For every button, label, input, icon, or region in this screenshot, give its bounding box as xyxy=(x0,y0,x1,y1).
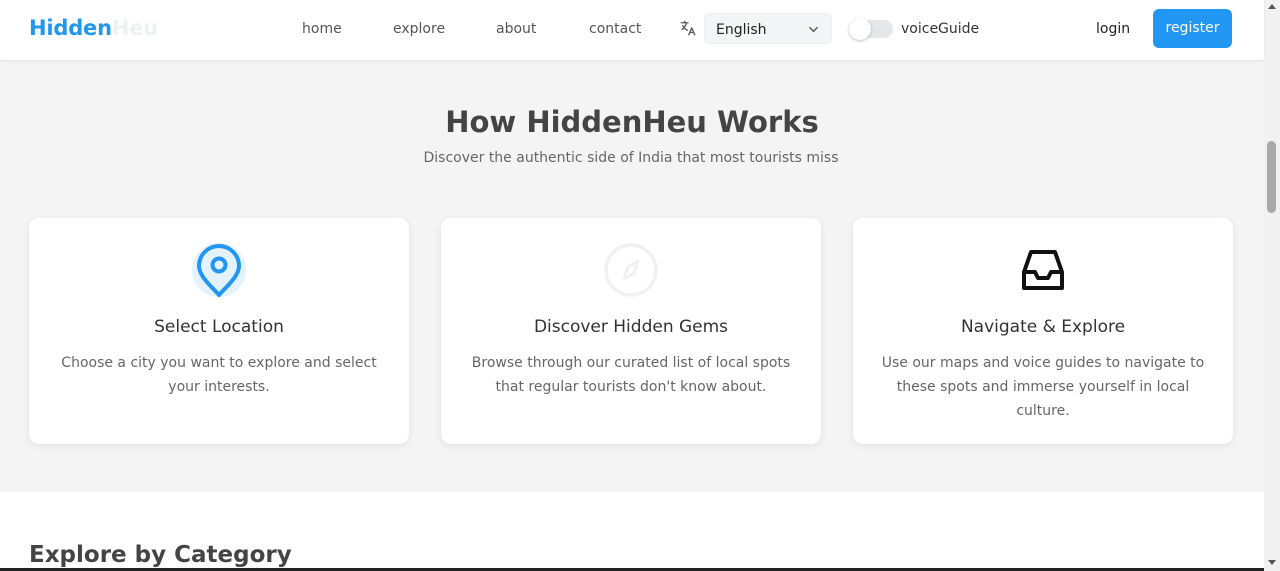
step-card-select-location: Select Location Choose a city you want t… xyxy=(29,218,409,444)
scrollbar-thumb[interactable] xyxy=(1267,141,1276,213)
voice-guide-label: voiceGuide xyxy=(901,21,980,37)
step-card-discover-gems: Discover Hidden Gems Browse through our … xyxy=(441,218,821,444)
step-card-title: Discover Hidden Gems xyxy=(533,317,729,337)
top-navbar: HiddenHeu home explore about contact Eng… xyxy=(0,0,1264,60)
chevron-down-icon xyxy=(809,26,818,33)
scroll-up-arrow-icon[interactable] xyxy=(1268,4,1276,9)
step-card-title: Navigate & Explore xyxy=(960,317,1126,337)
step-card-description: Choose a city you want to explore and se… xyxy=(61,355,377,395)
toggle-knob xyxy=(849,18,871,40)
login-link[interactable]: login xyxy=(1096,21,1130,37)
translate-icon xyxy=(680,20,696,36)
language-selected-value: English xyxy=(716,22,767,38)
brand-logo[interactable]: HiddenHeu xyxy=(29,16,158,40)
nav-home[interactable]: home xyxy=(302,21,342,37)
step-card-description: Browse through our curated list of local… xyxy=(471,355,791,395)
inbox-icon xyxy=(1022,250,1064,290)
step-card-navigate-explore: Navigate & Explore Use our maps and voic… xyxy=(853,218,1233,444)
explore-by-category-title: Explore by Category xyxy=(29,542,292,568)
voice-guide-toggle[interactable] xyxy=(849,18,893,40)
brand-name-part1: Hidden xyxy=(29,16,112,40)
nav-explore[interactable]: explore xyxy=(393,21,445,37)
section-subtitle: Discover the authentic side of India tha… xyxy=(423,150,839,166)
scroll-down-arrow-icon[interactable] xyxy=(1268,560,1276,565)
nav-about[interactable]: about xyxy=(496,21,536,37)
section-title: How HiddenHeu Works xyxy=(445,105,819,139)
step-card-title: Select Location xyxy=(154,317,284,337)
nav-contact[interactable]: contact xyxy=(589,21,641,37)
compass-icon xyxy=(604,243,658,297)
step-card-description: Use our maps and voice guides to navigat… xyxy=(881,355,1205,419)
brand-name-part2: Heu xyxy=(111,16,159,40)
page-scrollbar[interactable] xyxy=(1264,0,1280,571)
language-select[interactable]: English xyxy=(704,13,832,44)
map-pin-icon xyxy=(192,243,246,297)
register-button[interactable]: register xyxy=(1153,9,1232,48)
